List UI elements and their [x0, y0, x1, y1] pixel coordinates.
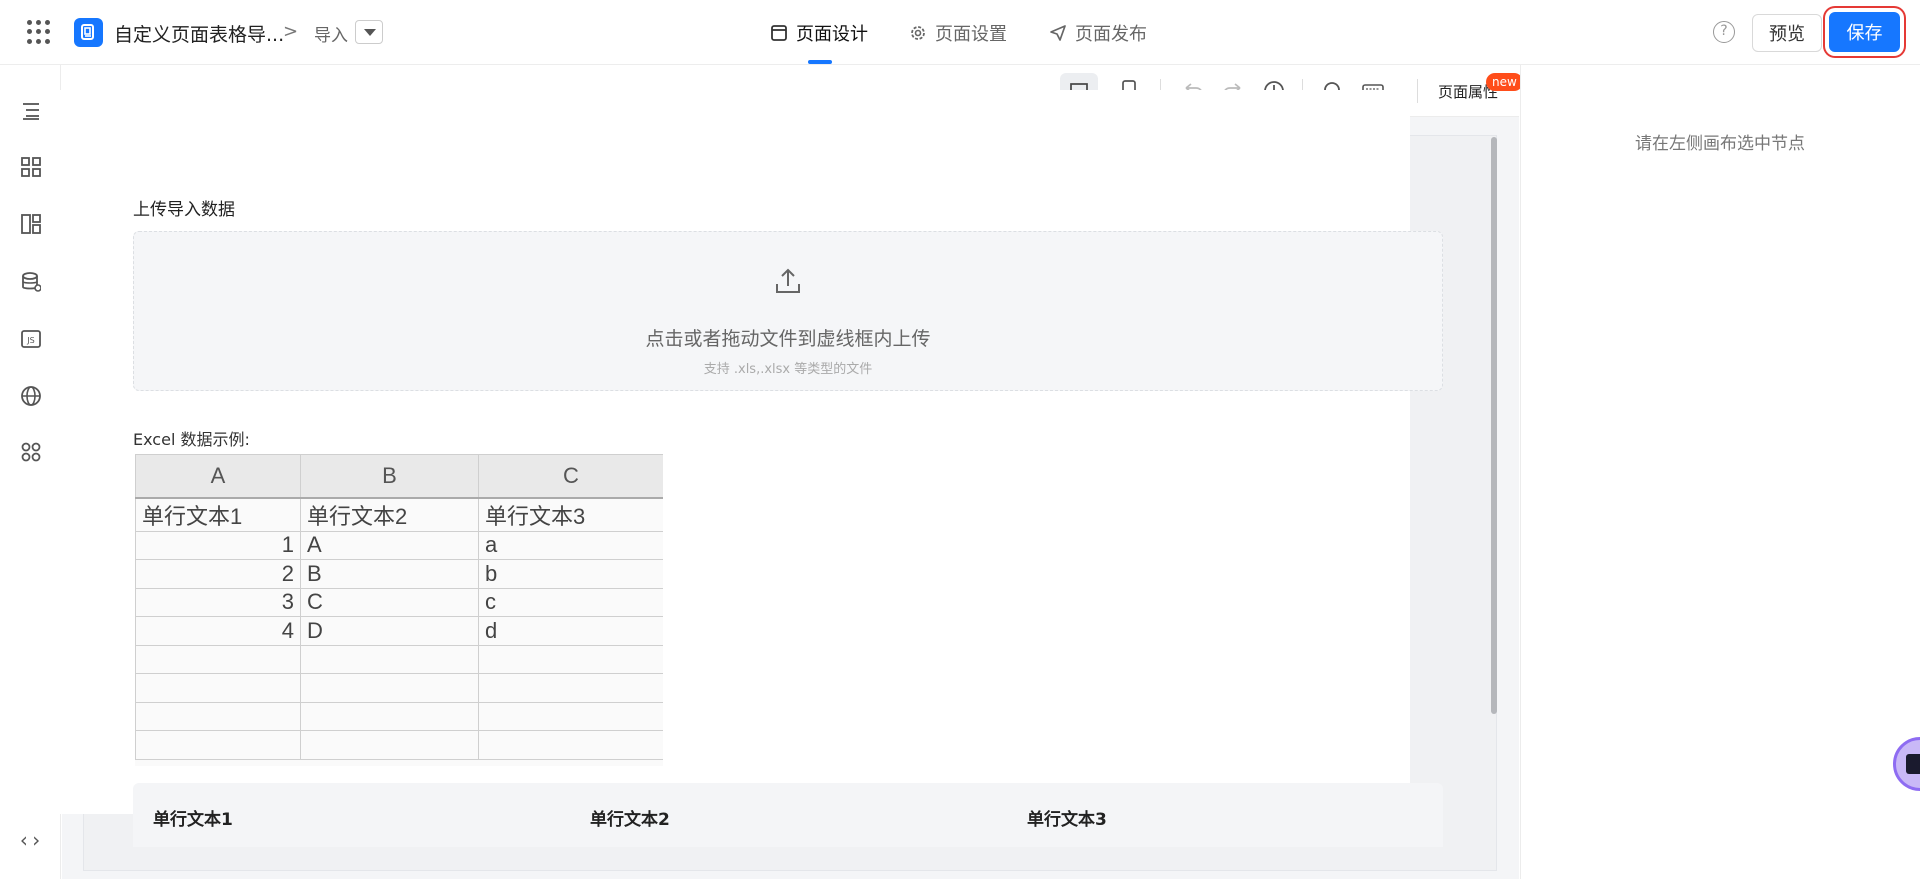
table-column-header[interactable]: 单行文本3: [1027, 805, 1107, 830]
excel-example-label: Excel 数据示例:: [133, 430, 250, 449]
components-grid-icon[interactable]: [19, 155, 43, 179]
excel-cell: c: [478, 587, 663, 617]
app-grid-icon[interactable]: [27, 20, 51, 44]
tab-label: 页面设计: [796, 24, 868, 45]
tab-label: 页面设置: [935, 24, 1007, 45]
canvas-scrollbar[interactable]: [1491, 137, 1497, 714]
excel-col-letter: B: [300, 454, 479, 499]
properties-panel: 请在左侧画布选中节点: [1520, 65, 1920, 879]
tab-label: 页面发布: [1075, 24, 1147, 45]
upload-field-label: 上传导入数据: [133, 200, 235, 220]
datasource-icon[interactable]: [19, 270, 43, 294]
send-icon: [1050, 25, 1066, 41]
excel-empty-row: [135, 701, 663, 731]
excel-row: 3 C c: [135, 587, 663, 617]
source-code-icon[interactable]: ‹›: [18, 828, 42, 852]
toolbar-divider: [1417, 79, 1418, 103]
excel-example-image: A B C 单行文本1 单行文本2 单行文本3 1 A a 2 B b 3 C …: [135, 454, 663, 766]
excel-empty-row: [135, 644, 663, 674]
outline-tree-icon[interactable]: [19, 99, 43, 123]
excel-empty-row: [135, 673, 663, 703]
upload-icon: [776, 268, 800, 293]
upload-dropzone[interactable]: 点击或者拖动文件到虚线框内上传 支持 .xls,.xlsx 等类型的文件: [133, 231, 1443, 391]
excel-cell: C: [300, 587, 479, 617]
globe-icon[interactable]: [19, 384, 43, 408]
help-icon[interactable]: ?: [1713, 21, 1735, 43]
table-column-header[interactable]: 单行文本2: [590, 805, 670, 830]
excel-row: 1 A a: [135, 530, 663, 560]
excel-header-row: 单行文本1 单行文本2 单行文本3: [135, 497, 663, 532]
layout-icon: [771, 25, 787, 41]
preview-button[interactable]: 预览: [1752, 14, 1822, 52]
plugins-icon[interactable]: [19, 440, 43, 464]
excel-cell: 2: [135, 559, 301, 589]
excel-cell: a: [478, 530, 663, 560]
layout-blocks-icon[interactable]: [19, 212, 43, 236]
excel-cell: A: [300, 530, 479, 560]
save-button[interactable]: 保存: [1829, 12, 1900, 52]
excel-column-letters: A B C: [135, 454, 663, 499]
excel-row: 4 D d: [135, 616, 663, 646]
page-dropdown-button[interactable]: [355, 20, 383, 44]
excel-cell: 单行文本1: [135, 497, 301, 532]
tab-page-settings[interactable]: 页面设置: [909, 20, 1007, 46]
excel-empty-row: [135, 730, 663, 760]
excel-row: 2 B b: [135, 559, 663, 589]
app-logo-icon: [74, 18, 103, 47]
tab-page-publish[interactable]: 页面发布: [1049, 20, 1147, 46]
gear-icon: [911, 26, 925, 40]
excel-cell: B: [300, 559, 479, 589]
excel-sheet: A B C 单行文本1 单行文本2 单行文本3 1 A a 2 B b 3 C …: [135, 454, 663, 760]
excel-cell: d: [478, 616, 663, 646]
excel-cell: D: [300, 616, 479, 646]
excel-cell: 4: [135, 616, 301, 646]
tab-page-design[interactable]: 页面设计: [770, 20, 868, 46]
excel-cell: 3: [135, 587, 301, 617]
js-code-icon[interactable]: JS: [19, 327, 43, 351]
excel-cell: 单行文本2: [300, 497, 479, 532]
no-selection-hint: 请在左侧画布选中节点: [1635, 134, 1805, 154]
excel-col-letter: C: [478, 454, 663, 499]
excel-cell: 1: [135, 530, 301, 560]
excel-cell: 单行文本3: [478, 497, 663, 532]
app-name[interactable]: 自定义页面表格导...: [114, 20, 284, 47]
data-table-header: 单行文本1 单行文本2 单行文本3: [133, 783, 1443, 847]
breadcrumb-separator-icon: >: [283, 21, 299, 42]
excel-cell: b: [478, 559, 663, 589]
svg-text:JS: JS: [26, 336, 34, 345]
dropzone-hint: 点击或者拖动文件到虚线框内上传: [645, 328, 931, 350]
table-column-header[interactable]: 单行文本1: [153, 805, 233, 830]
active-tab-indicator: [808, 60, 832, 64]
top-bar: 自定义页面表格导... > 导入 页面设计 页面设置 页面发布 ? 预览 保存: [0, 0, 1920, 65]
new-badge: new: [1486, 73, 1523, 91]
excel-col-letter: A: [135, 454, 301, 499]
breadcrumb-page[interactable]: 导入: [314, 21, 348, 46]
dropzone-file-types: 支持 .xls,.xlsx 等类型的文件: [703, 362, 873, 377]
